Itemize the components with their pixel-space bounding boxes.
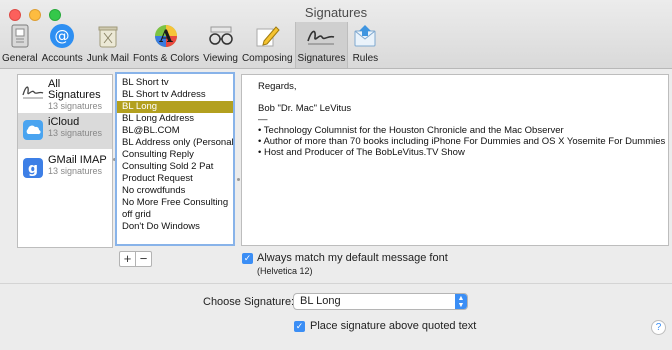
match-font-checkbox[interactable]: ✓ [242,252,253,264]
add-signature-button[interactable]: + [120,252,135,266]
preview-greeting: Regards, [258,81,297,92]
tab-composing[interactable]: Composing [240,22,295,68]
tab-signatures[interactable]: Signatures [294,22,349,68]
signature-item[interactable]: BL Short tv Address [117,89,233,101]
chevron-updown-icon: ▲ ▼ [455,294,467,309]
fonts-colors-icon: A [151,23,181,49]
place-above-option[interactable]: ✓ Place signature above quoted text [294,320,476,332]
tab-general[interactable]: General [0,22,40,68]
window-title: Signatures [304,5,368,20]
tab-fonts-colors[interactable]: A Fonts & Colors [131,22,201,68]
tab-label: Accounts [41,53,83,64]
svg-text:g: g [28,161,38,177]
account-all-signatures[interactable]: All Signatures 13 signatures [18,75,112,111]
tab-label: General [2,53,38,64]
choose-signature-value: BL Long [300,295,341,307]
signature-item[interactable]: BL Long [117,101,233,113]
preview-bullet: • Technology Columnist for the Houston C… [258,125,564,136]
signature-item[interactable]: No crowdfunds [117,185,233,197]
signature-item[interactable]: BL Long Address [117,113,233,125]
preview-separator: — [258,114,268,125]
account-signature-count: 13 signatures [48,128,103,138]
account-signature-count: 13 signatures [48,101,103,111]
title-bar: Signatures General @ Accounts Junk Mail … [0,0,672,69]
signature-icon [306,23,336,49]
signature-preview[interactable]: Regards, Bob "Dr. Mac" LeVitus — • Techn… [241,74,669,246]
signature-item[interactable]: off grid [117,209,233,221]
at-sign-icon: @ [47,23,77,49]
preferences-toolbar: General @ Accounts Junk Mail A Fonts & C… [0,22,382,68]
junk-trash-icon [93,23,123,49]
signature-item[interactable]: BL Address only (Personal) [117,137,233,149]
column-splitter[interactable] [237,178,240,181]
gmail-icon: g [22,157,44,179]
tab-label: Junk Mail [86,53,129,64]
general-icon [5,23,35,49]
tab-label: Signatures [297,53,346,64]
account-signature-count: 13 signatures [48,166,103,176]
tab-label: Rules [352,53,379,64]
tab-label: Fonts & Colors [132,53,200,64]
signature-icon [22,81,44,103]
tab-label: Composing [241,53,293,64]
account-name: All Signatures [48,78,101,101]
tab-rules[interactable]: Rules [348,22,382,68]
place-above-label: Place signature above quoted text [310,320,477,332]
preview-bullet: • Author of more than 70 books including… [258,136,666,147]
signature-item[interactable]: No More Free Consulting [117,197,233,209]
match-font-option[interactable]: ✓ Always match my default message font [242,252,448,264]
signature-item[interactable]: BL@BL.COM [117,125,233,137]
svg-text:@: @ [55,27,70,45]
choose-signature-label: Choose Signature: [203,296,295,308]
signatures-window: Signatures General @ Accounts Junk Mail … [0,0,672,350]
pencil-icon [252,23,282,49]
divider [0,283,672,284]
default-font-note: (Helvetica 12) [257,266,313,276]
svg-text:A: A [158,27,173,47]
signature-item[interactable]: Consulting Sold 2 Pat [117,161,233,173]
account-gmail-imap[interactable]: g GMail IMAP 13 signatures [18,151,112,187]
rules-icon [350,23,380,49]
tab-accounts[interactable]: @ Accounts [40,22,85,68]
icloud-icon [22,119,44,141]
place-above-checkbox[interactable]: ✓ [294,320,305,332]
signatures-list: BL Short tv BL Short tv Address BL Long … [115,72,235,246]
account-name: GMail IMAP [48,154,107,166]
account-name: iCloud [48,116,80,128]
choose-signature-popup[interactable]: BL Long ▲ ▼ [293,293,468,310]
signature-item[interactable]: Don't Do Windows [117,221,233,233]
tab-viewing[interactable]: Viewing [201,22,240,68]
match-font-label: Always match my default message font [257,252,448,264]
signature-item[interactable]: Consulting Reply [117,149,233,161]
preview-bullet: • Host and Producer of The BobLeVitus.TV… [258,147,465,158]
glasses-icon [206,23,236,49]
add-remove-buttons: + − [119,251,152,267]
tab-label: Viewing [203,53,238,64]
signature-item[interactable]: BL Short tv [117,77,233,89]
remove-signature-button[interactable]: − [135,252,151,266]
help-button[interactable]: ? [651,320,666,335]
signature-item[interactable]: Product Request [117,173,233,185]
accounts-list: All Signatures 13 signatures iCloud 13 s… [17,74,113,248]
tab-junk-mail[interactable]: Junk Mail [85,22,131,68]
preview-name: Bob "Dr. Mac" LeVitus [258,103,352,114]
account-icloud[interactable]: iCloud 13 signatures [18,113,112,149]
